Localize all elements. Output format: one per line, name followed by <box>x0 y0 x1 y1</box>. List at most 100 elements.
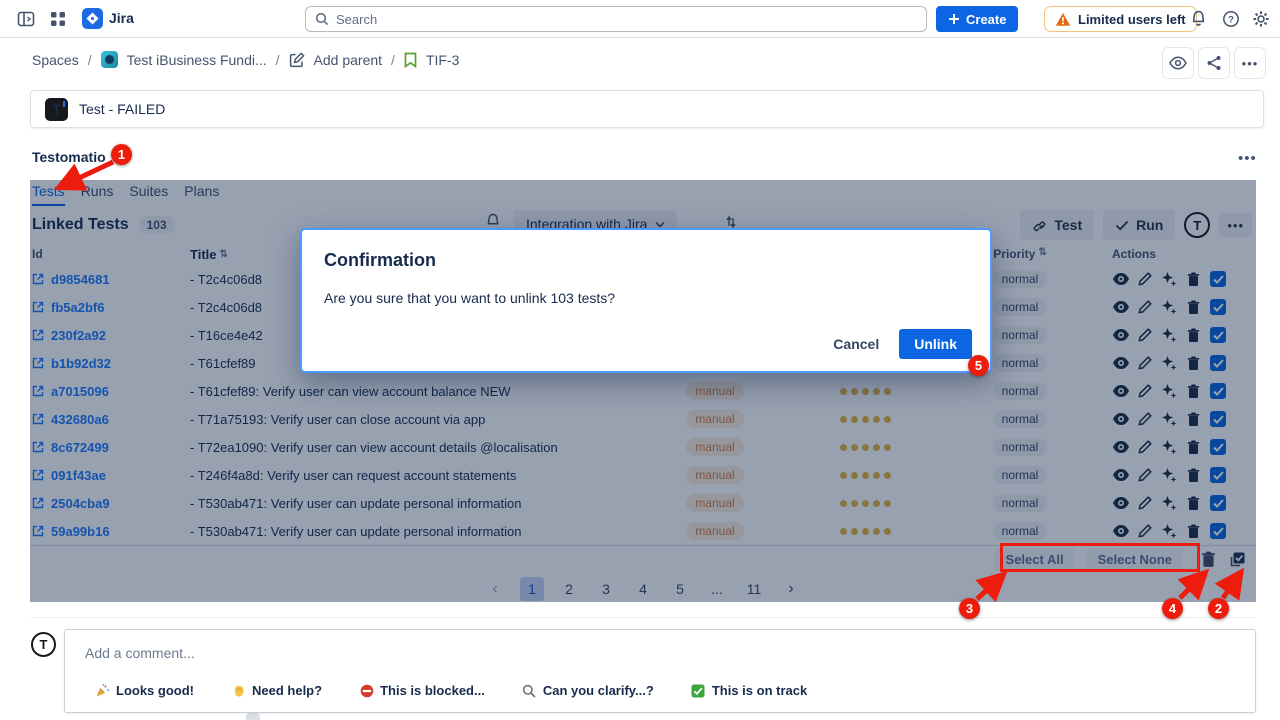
sparkles-icon[interactable] <box>1160 354 1178 372</box>
sparkles-icon[interactable] <box>1160 270 1178 288</box>
pagination-page[interactable]: 11 <box>742 577 766 601</box>
breadcrumb-add-parent[interactable]: Add parent <box>314 52 383 68</box>
trash-icon[interactable] <box>1184 438 1202 456</box>
sidebar-toggle-icon[interactable] <box>17 10 35 28</box>
test-id-link[interactable]: fb5a2bf6 <box>51 300 104 315</box>
quick-reply-need-help[interactable]: Need help? <box>231 683 322 698</box>
breadcrumb-project[interactable]: Test iBusiness Fundi... <box>127 52 267 68</box>
trash-icon[interactable] <box>1184 298 1202 316</box>
row-checkbox-checked[interactable] <box>1210 271 1226 287</box>
edit-pencil-icon[interactable] <box>1136 382 1154 400</box>
pagination-page[interactable]: 5 <box>668 577 692 601</box>
trash-icon[interactable] <box>1184 522 1202 540</box>
watch-eye-button[interactable] <box>1162 47 1194 79</box>
gear-icon[interactable] <box>1252 10 1270 28</box>
widget-more-icon[interactable]: ••• <box>1238 150 1257 167</box>
row-checkbox-checked[interactable] <box>1210 355 1226 371</box>
sync-icon[interactable] <box>724 215 738 229</box>
pagination-prev-icon[interactable]: ‹ <box>483 577 507 601</box>
trash-icon[interactable] <box>1184 410 1202 428</box>
view-eye-icon[interactable] <box>1112 438 1130 456</box>
sparkles-icon[interactable] <box>1160 466 1178 484</box>
row-checkbox-checked[interactable] <box>1210 439 1226 455</box>
trash-icon[interactable] <box>1184 466 1202 484</box>
row-checkbox-checked[interactable] <box>1210 523 1226 539</box>
trash-icon[interactable] <box>1184 382 1202 400</box>
sparkles-icon[interactable] <box>1160 522 1178 540</box>
limited-users-banner[interactable]: Limited users left <box>1044 6 1197 32</box>
row-checkbox-checked[interactable] <box>1210 495 1226 511</box>
edit-pencil-icon[interactable] <box>1136 270 1154 288</box>
cancel-button[interactable]: Cancel <box>833 336 879 352</box>
breadcrumb-spaces[interactable]: Spaces <box>32 52 79 68</box>
breadcrumb-issue-key[interactable]: TIF-3 <box>426 52 459 68</box>
test-id-link[interactable]: 8c672499 <box>51 440 109 455</box>
pagination-page[interactable]: 4 <box>631 577 655 601</box>
tab-plans[interactable]: Plans <box>184 183 219 204</box>
search-input[interactable]: Search <box>305 6 927 32</box>
testomatio-circle-logo[interactable]: T <box>1184 212 1210 238</box>
row-checkbox-checked[interactable] <box>1210 383 1226 399</box>
tab-runs[interactable]: Runs <box>81 183 114 204</box>
trash-icon[interactable] <box>1184 354 1202 372</box>
edit-pencil-icon[interactable] <box>1136 354 1154 372</box>
pagination-page[interactable]: 2 <box>557 577 581 601</box>
edit-pencil-icon[interactable] <box>1136 438 1154 456</box>
view-eye-icon[interactable] <box>1112 466 1130 484</box>
edit-pencil-icon[interactable] <box>1136 466 1154 484</box>
test-id-link[interactable]: 59a99b16 <box>51 524 110 539</box>
test-id-link[interactable]: a7015096 <box>51 384 109 399</box>
pagination-next-icon[interactable]: › <box>779 577 803 601</box>
row-checkbox-checked[interactable] <box>1210 467 1226 483</box>
tab-suites[interactable]: Suites <box>129 183 168 204</box>
comment-box[interactable]: Add a comment... Looks good! Need help? … <box>64 629 1256 713</box>
quick-reply-on-track[interactable]: This is on track <box>691 683 807 698</box>
test-id-link[interactable]: b1b92d32 <box>51 356 111 371</box>
sparkles-icon[interactable] <box>1160 382 1178 400</box>
sort-icon[interactable]: ⇅ <box>1038 247 1046 261</box>
edit-pencil-icon[interactable] <box>1136 494 1154 512</box>
quick-reply-clarify[interactable]: Can you clarify...? <box>522 683 654 698</box>
sparkles-icon[interactable] <box>1160 298 1178 316</box>
bulk-trash-icon[interactable] <box>1201 551 1216 568</box>
help-icon[interactable]: ? <box>1222 10 1240 28</box>
jira-logo[interactable] <box>82 8 103 29</box>
row-checkbox-checked[interactable] <box>1210 327 1226 343</box>
toolbar-more-button[interactable]: ••• <box>1219 213 1252 237</box>
sparkles-icon[interactable] <box>1160 410 1178 428</box>
run-button[interactable]: Run <box>1103 210 1175 240</box>
create-button[interactable]: Create <box>936 6 1018 32</box>
quick-reply-looks-good[interactable]: Looks good! <box>95 683 194 698</box>
view-eye-icon[interactable] <box>1112 270 1130 288</box>
pagination-page[interactable]: 3 <box>594 577 618 601</box>
header-priority[interactable]: Priority <box>993 247 1035 261</box>
edit-pencil-icon[interactable] <box>1136 522 1154 540</box>
share-button[interactable] <box>1198 47 1230 79</box>
quick-reply-blocked[interactable]: This is blocked... <box>359 683 485 698</box>
tab-tests[interactable]: Tests <box>32 183 65 206</box>
view-eye-icon[interactable] <box>1112 354 1130 372</box>
header-id[interactable]: Id <box>32 247 43 261</box>
app-grid-icon[interactable] <box>49 10 67 28</box>
test-id-link[interactable]: 230f2a92 <box>51 328 106 343</box>
more-actions-button[interactable]: ••• <box>1234 47 1266 79</box>
row-checkbox-checked[interactable] <box>1210 299 1226 315</box>
view-eye-icon[interactable] <box>1112 326 1130 344</box>
select-all-checkbox-icon[interactable] <box>1228 551 1246 569</box>
sparkles-icon[interactable] <box>1160 326 1178 344</box>
unlink-button[interactable]: Unlink <box>899 329 972 359</box>
trash-icon[interactable] <box>1184 270 1202 288</box>
test-status-panel[interactable]: T Test - FAILED <box>30 90 1264 128</box>
view-eye-icon[interactable] <box>1112 410 1130 428</box>
sparkles-icon[interactable] <box>1160 438 1178 456</box>
row-checkbox-checked[interactable] <box>1210 411 1226 427</box>
edit-pencil-icon[interactable] <box>1136 410 1154 428</box>
test-id-link[interactable]: 2504cba9 <box>51 496 110 511</box>
test-id-link[interactable]: d9854681 <box>51 272 110 287</box>
header-title[interactable]: Title <box>190 247 217 262</box>
view-eye-icon[interactable] <box>1112 522 1130 540</box>
trash-icon[interactable] <box>1184 326 1202 344</box>
edit-pencil-icon[interactable] <box>1136 326 1154 344</box>
view-eye-icon[interactable] <box>1112 382 1130 400</box>
pagination-page[interactable]: 1 <box>520 577 544 601</box>
